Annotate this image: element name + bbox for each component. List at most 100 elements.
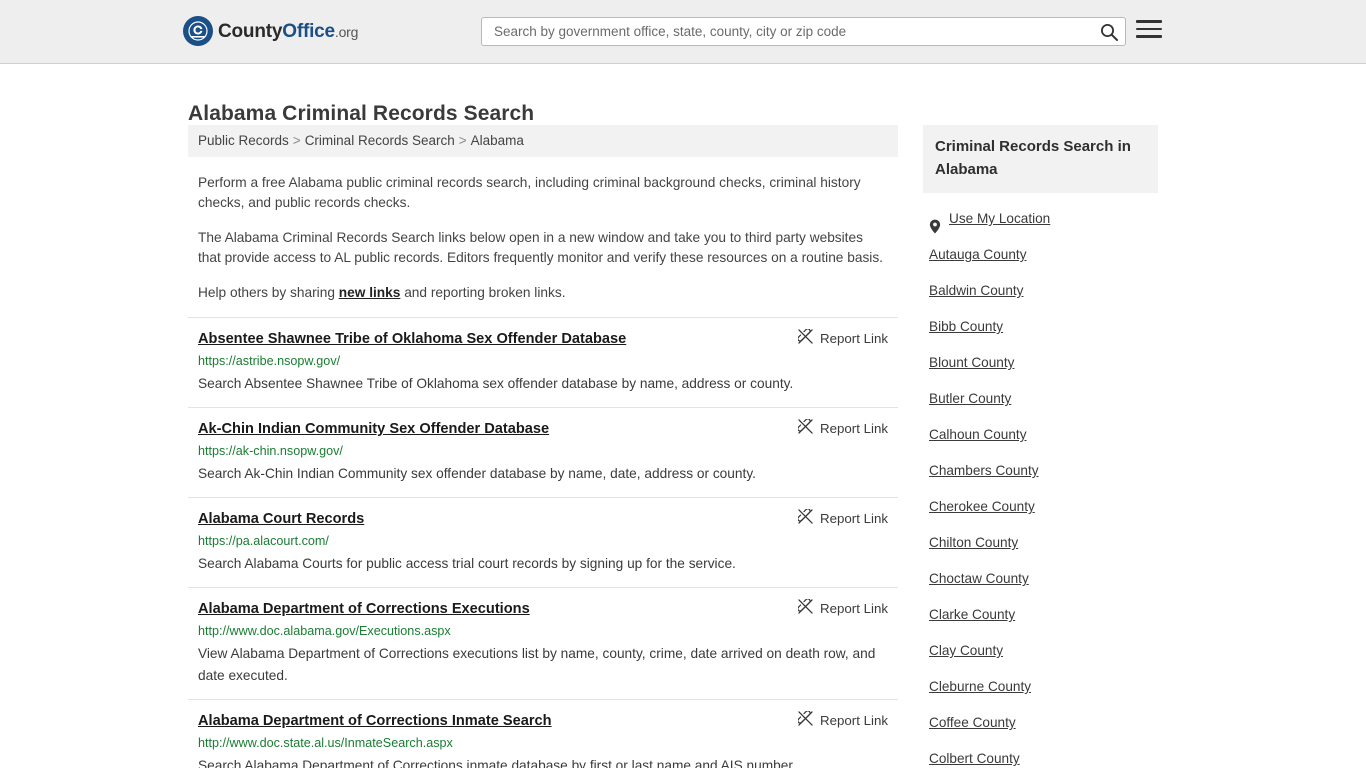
- logo-wordmark: CountyOffice.org: [218, 22, 358, 41]
- logo-text-org: .org: [334, 23, 359, 40]
- hamburger-bar-3: [1136, 35, 1162, 38]
- sidebar-item-clay-county[interactable]: Clay County: [923, 633, 1158, 669]
- intro-p3-before: Help others by sharing: [198, 285, 339, 300]
- link-url[interactable]: http://www.doc.state.al.us/InmateSearch.…: [198, 736, 888, 750]
- link-url[interactable]: https://astribe.nsopw.gov/: [198, 354, 888, 368]
- sidebar-item-calhoun-county[interactable]: Calhoun County: [923, 417, 1158, 453]
- intro-paragraph-1: Perform a free Alabama public criminal r…: [198, 175, 861, 210]
- intro-paragraph-2: The Alabama Criminal Records Search link…: [198, 230, 883, 265]
- link-title[interactable]: Ak-Chin Indian Community Sex Offender Da…: [198, 421, 549, 437]
- sidebar-county-list: Use My Location Autauga County Baldwin C…: [923, 201, 1158, 768]
- new-links-link[interactable]: new links: [339, 285, 401, 300]
- list-item: Ak-Chin Indian Community Sex Offender Da…: [188, 407, 898, 497]
- sidebar-item-bibb-county[interactable]: Bibb County: [923, 309, 1158, 345]
- sidebar-item-clarke-county[interactable]: Clarke County: [923, 597, 1158, 633]
- search-bar[interactable]: [481, 17, 1126, 46]
- report-link-label: Report Link: [820, 600, 888, 616]
- sidebar-item-baldwin-county[interactable]: Baldwin County: [923, 273, 1158, 309]
- sidebar-item-label[interactable]: Baldwin County: [929, 283, 1023, 298]
- sidebar-item-cherokee-county[interactable]: Cherokee County: [923, 489, 1158, 525]
- sidebar-item-label[interactable]: Clarke County: [929, 607, 1015, 622]
- report-link-label: Report Link: [820, 330, 888, 346]
- sidebar-item-use-my-location[interactable]: Use My Location: [923, 201, 1158, 237]
- page-title: Alabama Criminal Records Search: [188, 102, 535, 126]
- link-url[interactable]: https://pa.alacourt.com/: [198, 534, 888, 548]
- sidebar-item-blount-county[interactable]: Blount County: [923, 345, 1158, 381]
- report-link-label: Report Link: [820, 712, 888, 728]
- sidebar-item-chambers-county[interactable]: Chambers County: [923, 453, 1158, 489]
- sidebar-item-label[interactable]: Autauga County: [929, 247, 1027, 262]
- intro-paragraph-3: Help others by sharing new links and rep…: [198, 283, 888, 303]
- breadcrumb-item-criminal-records-search[interactable]: Criminal Records Search: [305, 133, 455, 148]
- link-list: Absentee Shawnee Tribe of Oklahoma Sex O…: [188, 317, 898, 768]
- report-link-button[interactable]: Report Link: [797, 328, 888, 347]
- search-input[interactable]: [492, 18, 1082, 45]
- sidebar-item-chilton-county[interactable]: Chilton County: [923, 525, 1158, 561]
- hamburger-bar-1: [1136, 20, 1162, 23]
- link-description: View Alabama Department of Corrections e…: [198, 646, 876, 683]
- logo-text-office: Office: [282, 20, 335, 42]
- list-item: Alabama Department of Corrections Inmate…: [188, 699, 898, 768]
- site-logo[interactable]: CountyOffice.org: [183, 14, 358, 48]
- logo-text-county: County: [218, 20, 283, 42]
- list-item: Absentee Shawnee Tribe of Oklahoma Sex O…: [188, 317, 898, 407]
- main-content: Public Records > Criminal Records Search > A…: [188, 125, 898, 768]
- sidebar-item-autauga-county[interactable]: Autauga County: [923, 237, 1158, 273]
- broken-link-icon: [797, 508, 813, 527]
- link-description: Search Alabama Department of Corrections…: [198, 758, 796, 768]
- sidebar-item-label[interactable]: Clay County: [929, 643, 1003, 658]
- report-link-button[interactable]: Report Link: [797, 418, 888, 437]
- link-url[interactable]: https://ak-chin.nsopw.gov/: [198, 444, 888, 458]
- sidebar-item-label[interactable]: Calhoun County: [929, 427, 1027, 442]
- broken-link-icon: [797, 328, 813, 347]
- site-header: CountyOffice.org: [0, 0, 1366, 64]
- sidebar-item-cleburne-county[interactable]: Cleburne County: [923, 669, 1158, 705]
- hamburger-bar-2: [1136, 27, 1162, 31]
- sidebar-item-label[interactable]: Colbert County: [929, 751, 1020, 766]
- sidebar-item-coffee-county[interactable]: Coffee County: [923, 705, 1158, 741]
- breadcrumb-item-alabama[interactable]: Alabama: [471, 133, 524, 148]
- sidebar-item-label[interactable]: Butler County: [929, 391, 1011, 406]
- sidebar-item-choctaw-county[interactable]: Choctaw County: [923, 561, 1158, 597]
- report-link-label: Report Link: [820, 510, 888, 526]
- breadcrumb-separator-2: >: [458, 133, 467, 148]
- sidebar-item-label[interactable]: Use My Location: [949, 211, 1050, 226]
- hamburger-menu-icon[interactable]: [1136, 20, 1162, 42]
- link-description: Search Absentee Shawnee Tribe of Oklahom…: [198, 376, 794, 391]
- sidebar-item-label[interactable]: Choctaw County: [929, 571, 1029, 586]
- link-title[interactable]: Alabama Department of Corrections Execut…: [198, 601, 530, 617]
- sidebar-item-butler-county[interactable]: Butler County: [923, 381, 1158, 417]
- sidebar: Criminal Records Search in Alabama Use M…: [923, 125, 1158, 768]
- broken-link-icon: [797, 598, 813, 617]
- breadcrumb-separator-1: >: [292, 133, 301, 148]
- sidebar-item-label[interactable]: Blount County: [929, 355, 1014, 370]
- search-icon[interactable]: [1099, 22, 1119, 42]
- broken-link-icon: [797, 710, 813, 729]
- intro-p3-after: and reporting broken links.: [400, 285, 566, 300]
- report-link-label: Report Link: [820, 420, 888, 436]
- breadcrumb: Public Records > Criminal Records Search > A…: [188, 125, 898, 157]
- link-url[interactable]: http://www.doc.alabama.gov/Executions.as…: [198, 624, 888, 638]
- logo-seal-icon: [183, 16, 213, 46]
- breadcrumb-item-public-records[interactable]: Public Records: [198, 133, 289, 148]
- sidebar-item-label[interactable]: Cleburne County: [929, 679, 1031, 694]
- link-title[interactable]: Absentee Shawnee Tribe of Oklahoma Sex O…: [198, 331, 626, 347]
- link-title[interactable]: Alabama Court Records: [198, 511, 364, 527]
- sidebar-item-label[interactable]: Coffee County: [929, 715, 1016, 730]
- list-item: Alabama Department of Corrections Execut…: [188, 587, 898, 699]
- sidebar-heading: Criminal Records Search in Alabama: [923, 125, 1158, 193]
- sidebar-item-colbert-county[interactable]: Colbert County: [923, 741, 1158, 768]
- list-item: Alabama Court Records https://pa.alacour…: [188, 497, 898, 587]
- link-title[interactable]: Alabama Department of Corrections Inmate…: [198, 713, 552, 729]
- sidebar-item-label[interactable]: Chilton County: [929, 535, 1018, 550]
- link-description: Search Ak-Chin Indian Community sex offe…: [198, 466, 756, 481]
- intro-text: Perform a free Alabama public criminal r…: [188, 173, 898, 303]
- sidebar-item-label[interactable]: Cherokee County: [929, 499, 1035, 514]
- report-link-button[interactable]: Report Link: [797, 598, 888, 617]
- broken-link-icon: [797, 418, 813, 437]
- sidebar-item-label[interactable]: Chambers County: [929, 463, 1039, 478]
- sidebar-item-label[interactable]: Bibb County: [929, 319, 1003, 334]
- report-link-button[interactable]: Report Link: [797, 710, 888, 729]
- link-description: Search Alabama Courts for public access …: [198, 556, 736, 571]
- report-link-button[interactable]: Report Link: [797, 508, 888, 527]
